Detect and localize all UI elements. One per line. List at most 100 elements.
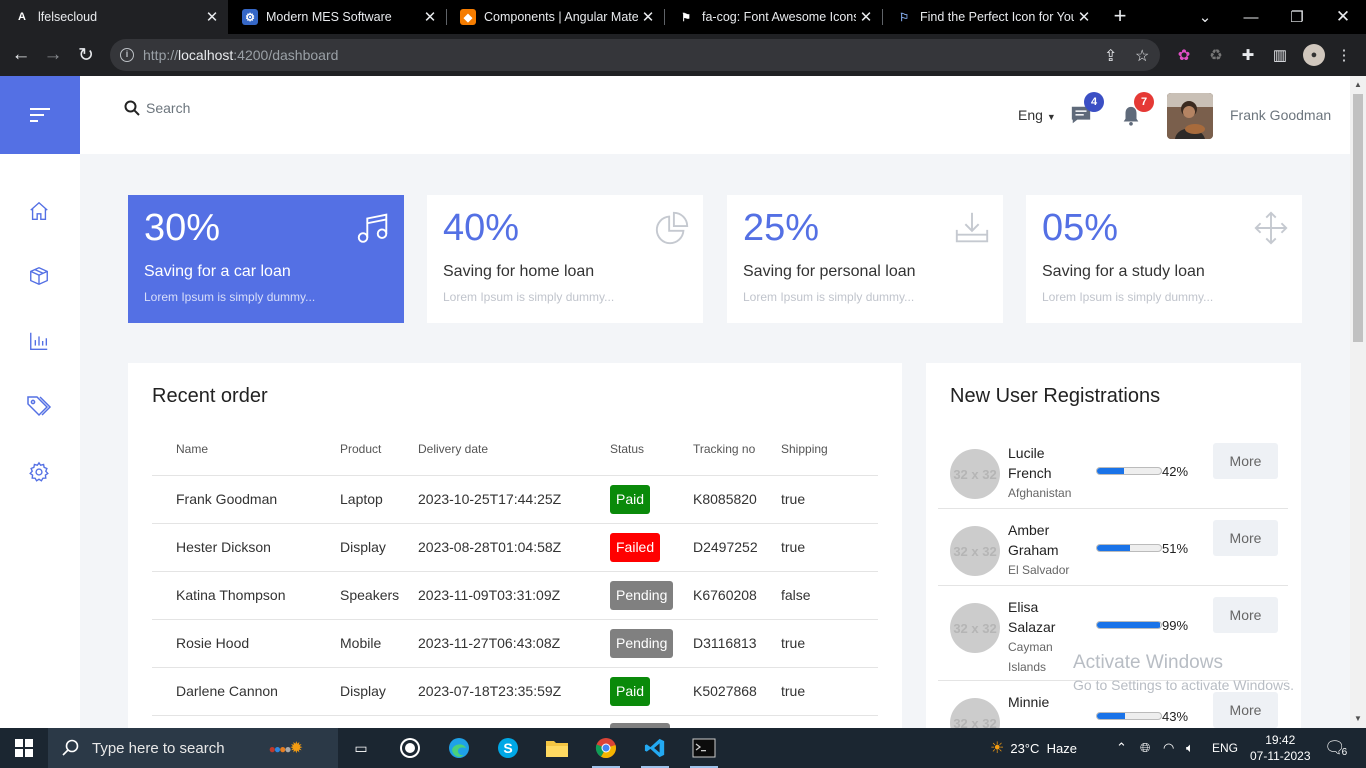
stat-card-car-loan[interactable]: 30% Saving for a car loan Lorem Ipsum is… (128, 195, 404, 323)
search-input[interactable]: Search (146, 100, 190, 116)
stat-card-home-loan[interactable]: 40% Saving for home loan Lorem Ipsum is … (427, 195, 703, 323)
browser-tab[interactable]: ◆ Components | Angular Mate ✕ (446, 0, 664, 34)
table-row[interactable]: Darlene Cannon Display 2023-07-18T23:35:… (152, 667, 878, 716)
scrollbar-thumb[interactable] (1353, 94, 1363, 342)
more-button[interactable]: More (1213, 597, 1278, 633)
search-box[interactable]: Search (124, 100, 190, 116)
close-window-button[interactable]: ✕ (1320, 0, 1366, 34)
address-bar[interactable]: i http://localhost:4200/dashboard ⇪ ☆ (110, 39, 1160, 71)
notifications-button[interactable]: 7 (1120, 92, 1154, 130)
more-button[interactable]: More (1213, 443, 1278, 479)
vscode-icon[interactable] (641, 734, 669, 768)
menu-toggle-button[interactable] (0, 76, 80, 154)
weather-widget[interactable]: ☀ 23°C Haze (990, 728, 1077, 768)
file-explorer-icon[interactable] (543, 734, 571, 762)
user-name[interactable]: Frank Goodman (1230, 107, 1331, 123)
bookmark-star-icon[interactable]: ☆ (1135, 46, 1149, 66)
color-extension-icon[interactable]: ✿ (1175, 46, 1193, 64)
column-header-delivery-date[interactable]: Delivery date (418, 423, 610, 476)
chrome-icon[interactable] (592, 734, 620, 768)
sidebar-item-home[interactable] (24, 196, 54, 226)
browser-tab-active[interactable]: A lfelsecloud ✕ (0, 0, 228, 34)
wifi-icon[interactable]: ◠ (1163, 728, 1174, 768)
new-tab-button[interactable]: + (1108, 4, 1132, 30)
browser-tab[interactable]: ⚐ Find the Perfect Icon for You ✕ (882, 0, 1100, 34)
clock[interactable]: 19:42 07-11-2023 (1250, 728, 1311, 768)
column-header-product[interactable]: Product (340, 423, 418, 476)
side-panel-icon[interactable]: ▥ (1271, 46, 1289, 64)
table-row[interactable]: Katina Thompson Speakers 2023-11-09T03:3… (152, 571, 878, 620)
windows-start-button[interactable] (10, 734, 38, 762)
browser-tab[interactable]: ⚑ fa-cog: Font Awesome Icons ✕ (664, 0, 882, 34)
recycle-extension-icon[interactable]: ♻ (1207, 46, 1225, 64)
share-icon[interactable]: ⇪ (1104, 46, 1117, 66)
chrome-menu-icon[interactable]: ⋮ (1335, 46, 1353, 64)
tab-close-icon[interactable]: ✕ (1074, 8, 1094, 26)
sidebar-item-reports[interactable] (24, 326, 54, 356)
sidebar-item-settings[interactable] (24, 457, 54, 487)
reload-button[interactable]: ↻ (73, 42, 99, 68)
progress-bar (1096, 621, 1162, 629)
more-button[interactable]: More (1213, 692, 1278, 728)
stat-card-personal-loan[interactable]: 25% Saving for personal loan Lorem Ipsum… (727, 195, 1003, 323)
clock-date: 07-11-2023 (1250, 749, 1311, 763)
language-dropdown[interactable]: Eng ▼ (1018, 107, 1056, 123)
tab-close-icon[interactable]: ✕ (420, 8, 440, 26)
activate-windows-watermark: Activate Windows Go to Settings to activ… (1073, 652, 1294, 693)
table-row[interactable] (152, 715, 878, 728)
tab-search-chevron-icon[interactable]: ⌄ (1182, 0, 1228, 34)
messages-button[interactable]: 4 (1070, 92, 1104, 130)
scroll-down-arrow-icon[interactable]: ▼ (1354, 714, 1362, 723)
scroll-up-arrow-icon[interactable]: ▲ (1354, 80, 1362, 89)
order-date: 2023-10-25T17:44:25Z (418, 475, 610, 524)
order-tracking: K6760208 (693, 571, 781, 620)
taskbar-search-input[interactable]: Type here to search (92, 740, 225, 757)
notification-center-button[interactable]: 🗨︎ 6 (1324, 728, 1347, 768)
task-view-icon[interactable]: ▭ (347, 734, 375, 762)
stat-subtext: Lorem Ipsum is simply dummy... (144, 290, 316, 304)
table-row[interactable]: Rosie Hood Mobile 2023-11-27T06:43:08Z P… (152, 619, 878, 668)
sidebar-item-tags[interactable] (24, 391, 54, 421)
menu-icon (30, 108, 50, 122)
skype-icon[interactable]: S (494, 734, 522, 762)
profile-avatar[interactable]: ● (1303, 44, 1325, 66)
tab-close-icon[interactable]: ✕ (856, 8, 876, 26)
progress-percent: 99% (1162, 618, 1189, 633)
user-avatar[interactable] (1167, 93, 1213, 139)
forward-button[interactable]: → (40, 42, 66, 68)
tab-title: lfelsecloud (38, 10, 98, 24)
stat-card-study-loan[interactable]: 05% Saving for a study loan Lorem Ipsum … (1026, 195, 1302, 323)
user-first-name: Amber (1008, 522, 1050, 538)
extensions-puzzle-icon[interactable]: ✚ (1239, 46, 1257, 64)
column-header-tracking-no[interactable]: Tracking no (693, 423, 781, 476)
avatar-placeholder: 32 x 32 (950, 698, 1000, 728)
sidebar-item-products[interactable] (24, 261, 54, 291)
table-row[interactable]: Hester Dickson Display 2023-08-28T01:04:… (152, 523, 878, 572)
browser-tab[interactable]: ⚙ Modern MES Software ✕ (228, 0, 446, 34)
more-button[interactable]: More (1213, 520, 1278, 556)
minimize-button[interactable]: — (1228, 0, 1274, 34)
column-header-status[interactable]: Status (610, 423, 693, 476)
column-header-shipping[interactable]: Shipping (781, 423, 878, 476)
column-header-name[interactable]: Name (152, 423, 340, 476)
url-text: http://localhost:4200/dashboard (143, 47, 339, 63)
page-scrollbar[interactable]: ▲ ▼ (1350, 76, 1366, 728)
site-info-icon[interactable]: i (120, 48, 134, 62)
move-icon (1254, 211, 1288, 245)
taskbar-search[interactable]: Type here to search ●●●●✹ (48, 728, 338, 768)
order-product: Laptop (340, 475, 418, 524)
network-globe-icon[interactable]: 🌐︎ (1140, 728, 1150, 768)
whatsapp-icon[interactable] (396, 734, 424, 762)
edge-browser-icon[interactable] (445, 734, 473, 762)
status-badge: Pending (610, 580, 674, 610)
table-row[interactable]: Frank Goodman Laptop 2023-10-25T17:44:25… (152, 475, 878, 524)
show-hidden-icons-chevron-icon[interactable]: ⌃ (1116, 728, 1127, 768)
tab-close-icon[interactable]: ✕ (638, 8, 658, 26)
maximize-button[interactable]: ❐ (1274, 0, 1320, 34)
tab-close-icon[interactable]: ✕ (202, 8, 222, 26)
language-indicator[interactable]: ENG (1212, 728, 1238, 768)
order-tracking: K8085820 (693, 475, 781, 524)
volume-icon[interactable]: 🔈︎ (1186, 728, 1194, 768)
terminal-icon[interactable] (690, 734, 718, 768)
back-button[interactable]: ← (8, 42, 34, 68)
